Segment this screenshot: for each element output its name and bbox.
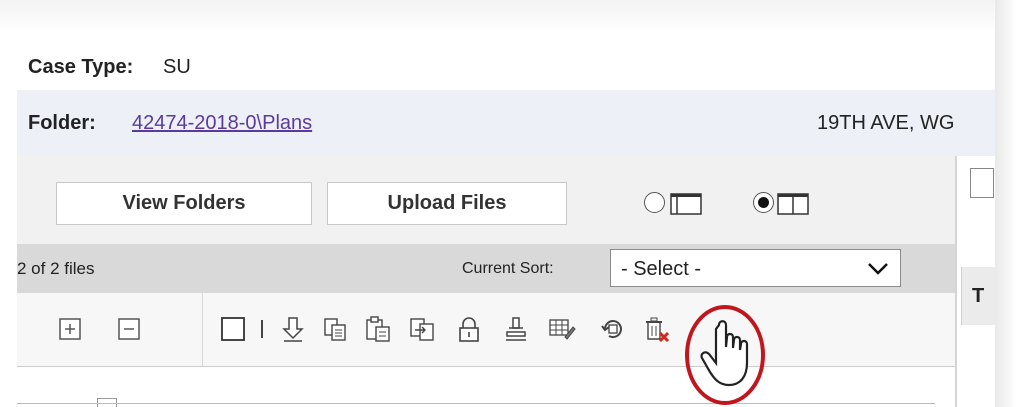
single-pane-radio[interactable] (644, 192, 665, 213)
files-sort-bar: 2 of 2 files Current Sort: - Select - (17, 244, 955, 293)
restore-icon[interactable] (599, 315, 627, 343)
case-type-row: Case Type: SU (17, 30, 995, 90)
row-divider (17, 403, 935, 404)
toolbar-separator (202, 293, 203, 366)
sort-select-value: - Select - (621, 258, 702, 280)
split-pane-radio[interactable] (753, 192, 774, 213)
right-panel-checkbox[interactable] (970, 168, 994, 198)
stamp-icon[interactable] (502, 315, 530, 343)
right-panel-header: T (961, 267, 995, 325)
case-type-value: SU (163, 56, 191, 78)
paste-icon[interactable] (364, 315, 392, 343)
case-type-label: Case Type: (28, 56, 134, 78)
single-pane-icon (670, 193, 702, 215)
top-shadow (0, 0, 1016, 30)
collapse-all-icon[interactable] (115, 315, 143, 343)
chevron-down-icon (868, 263, 888, 275)
sort-select[interactable]: - Select - (610, 249, 901, 287)
pipe-divider (261, 320, 263, 338)
edit-grid-icon[interactable] (548, 315, 576, 343)
file-list-area (17, 366, 955, 407)
split-pane-icon (777, 193, 809, 215)
folder-label: Folder: (28, 112, 96, 134)
document-panel: Case Type: SU Folder: 42474-2018-0\Plans… (17, 30, 995, 407)
folder-address: 19TH AVE, WG (817, 112, 955, 134)
file-actions-toolbar (17, 293, 955, 366)
delete-icon[interactable] (642, 315, 670, 343)
copy-icon[interactable] (321, 315, 349, 343)
view-folders-button[interactable]: View Folders (56, 182, 312, 225)
move-icon[interactable] (408, 315, 436, 343)
lock-icon[interactable] (455, 315, 483, 343)
folder-toolbar: View Folders Upload Files (17, 156, 955, 244)
upload-files-button[interactable]: Upload Files (327, 182, 567, 225)
download-icon[interactable] (279, 315, 307, 343)
expand-all-icon[interactable] (56, 315, 84, 343)
folder-path-link[interactable]: 42474-2018-0\Plans (132, 112, 312, 135)
right-panel-header-text: T (972, 285, 985, 307)
right-panel: T (957, 156, 995, 407)
right-shadow (995, 0, 1016, 407)
radio-selected-dot (758, 197, 769, 208)
file-count: 2 of 2 files (17, 259, 95, 278)
current-sort-label: Current Sort: (462, 260, 554, 277)
select-all-checkbox[interactable] (219, 315, 247, 343)
folder-row: Folder: 42474-2018-0\Plans 19TH AVE, WG (17, 90, 995, 156)
